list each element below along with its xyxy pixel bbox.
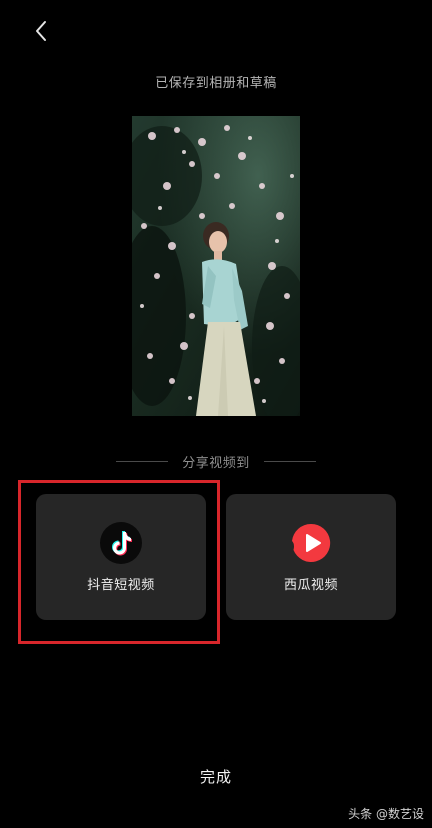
xigua-video-icon <box>290 522 332 564</box>
video-preview[interactable] <box>132 116 300 416</box>
watermark-text: 头条 @数艺设 <box>348 807 424 821</box>
divider-line-right <box>263 461 316 462</box>
xigua-label: 西瓜视频 <box>283 578 338 593</box>
back-button[interactable] <box>26 16 56 46</box>
share-section-header: 分享视频到 <box>0 452 432 471</box>
douyin-label: 抖音短视频 <box>87 578 155 593</box>
done-button[interactable]: 完成 <box>166 762 266 792</box>
chevron-left-icon <box>36 21 46 41</box>
share-section-label: 分享视频到 <box>182 456 250 471</box>
douyin-icon <box>100 522 142 564</box>
share-to-xigua-button[interactable]: 西瓜视频 <box>226 494 396 620</box>
share-to-douyin-button[interactable]: 抖音短视频 <box>36 494 206 620</box>
preview-image <box>132 116 300 416</box>
saved-status-text: 已保存到相册和草稿 <box>155 76 277 91</box>
divider-line-left <box>116 461 169 462</box>
